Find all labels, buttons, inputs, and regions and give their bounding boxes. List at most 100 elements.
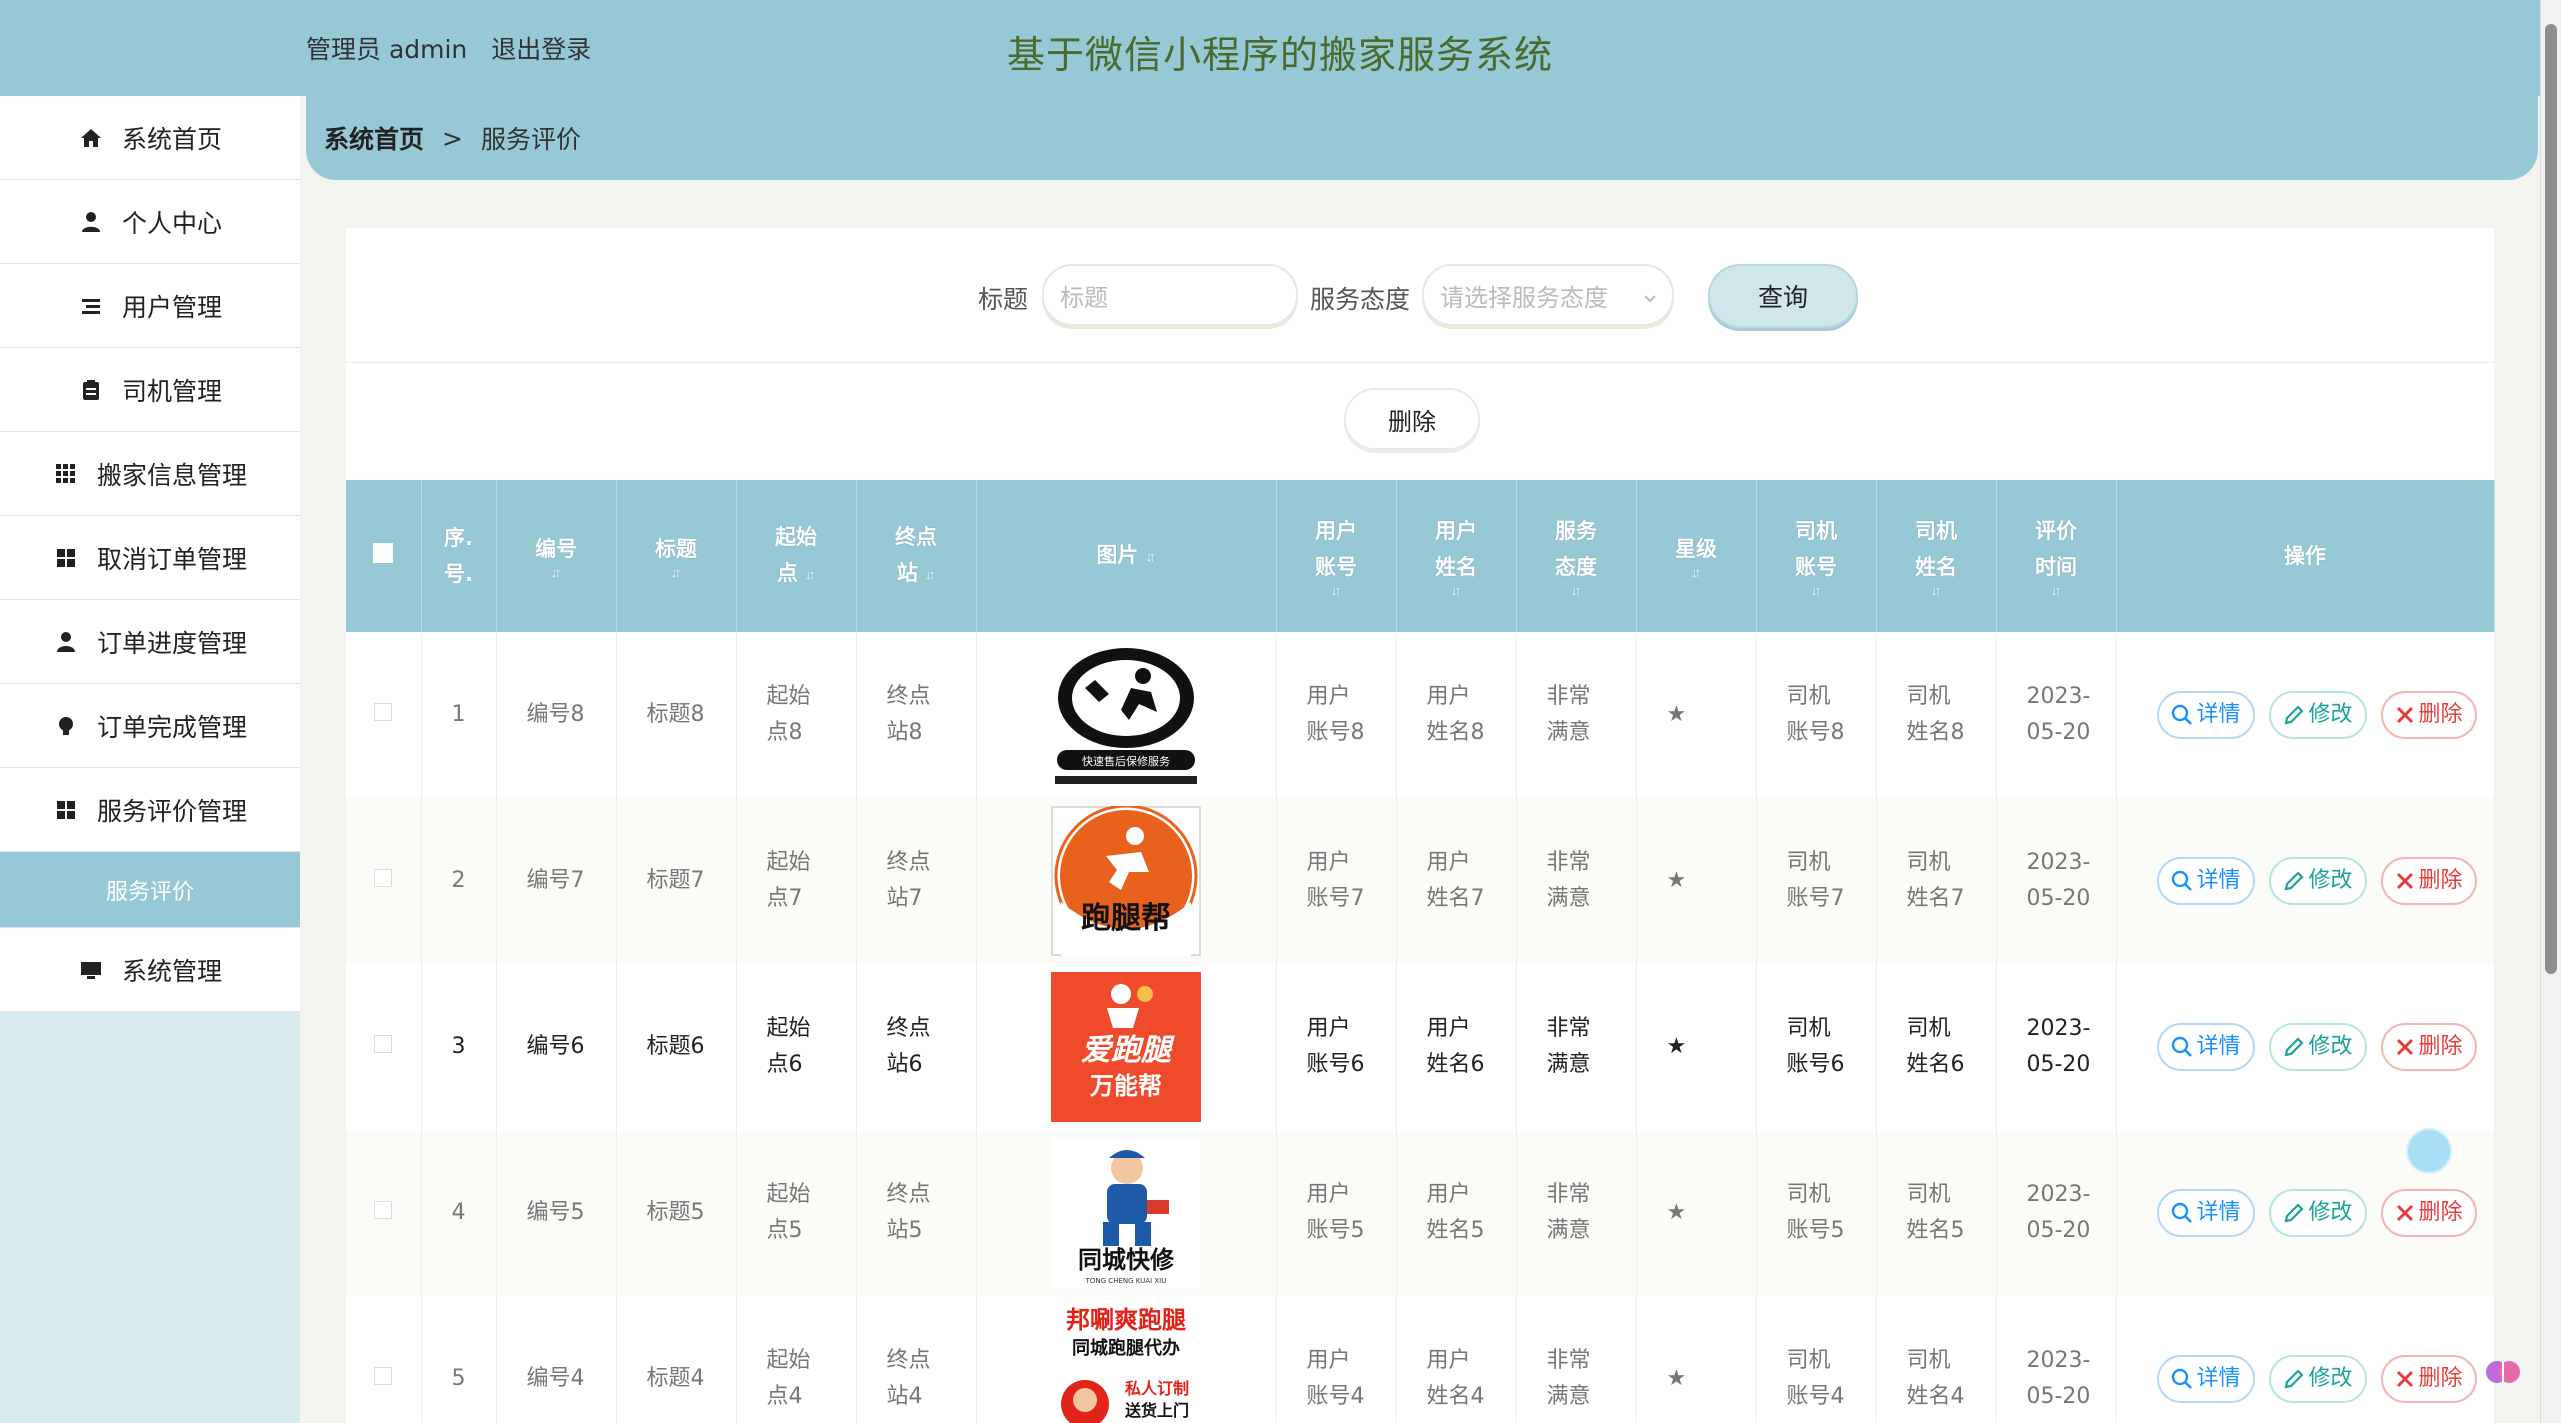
header-attitude[interactable]: 服务 态度 ⇵ [1516, 480, 1637, 632]
brain-icon[interactable] [2483, 1352, 2523, 1392]
sort-icon: ⇵ [1690, 567, 1702, 581]
delete-button[interactable]: 删除 [2380, 1023, 2477, 1071]
header-index[interactable]: 序. 号. [421, 480, 497, 632]
floating-assistant-button[interactable] [2406, 1128, 2452, 1174]
detail-button[interactable]: 详情 [2156, 1023, 2255, 1071]
detail-button[interactable]: 详情 [2156, 1189, 2255, 1237]
sidebar-item-review-manage[interactable]: 服务评价管理 [0, 768, 300, 852]
detail-button[interactable]: 详情 [2156, 1355, 2255, 1403]
cell-driver-name: 司机 姓名4 [1876, 1296, 1997, 1423]
edit-button[interactable]: 修改 [2268, 691, 2367, 739]
title-input[interactable]: 标题 [1042, 264, 1298, 326]
cell-driver-account: 司机 账号8 [1756, 632, 1877, 798]
cell-user-account: 用户 账号5 [1276, 1130, 1397, 1296]
sidebar-item-cancel-orders[interactable]: 取消订单管理 [0, 516, 300, 600]
delete-button[interactable]: 删除 [2380, 1189, 2477, 1237]
cell-driver-account: 司机 账号5 [1756, 1130, 1877, 1296]
cell-index: 3 [421, 964, 497, 1130]
sidebar-subitem-service-review[interactable]: 服务评价 [0, 852, 300, 928]
row-checkbox[interactable] [374, 703, 393, 721]
sidebar-item-order-complete[interactable]: 订单完成管理 [0, 684, 300, 768]
detail-button[interactable]: 详情 [2156, 691, 2255, 739]
svg-text:万能帮: 万能帮 [1090, 1072, 1162, 1100]
sort-icon: ⇵ [805, 568, 816, 583]
cell-ops: 详情 修改 删除 [2116, 798, 2495, 964]
row-checkbox[interactable] [374, 1035, 393, 1053]
header-time[interactable]: 评价 时间 ⇵ [1996, 480, 2117, 632]
detail-button[interactable]: 详情 [2156, 857, 2255, 905]
svg-text:快速售后保修服务: 快速售后保修服务 [1082, 754, 1170, 768]
sidebar-item-drivers[interactable]: 司机管理 [0, 348, 300, 432]
delete-button[interactable]: 删除 [2380, 857, 2477, 905]
header-driver-name[interactable]: 司机 姓名 ⇵ [1876, 480, 1997, 632]
cell-stars: ★ [1636, 632, 1757, 798]
cell-user-account: 用户 账号8 [1276, 632, 1397, 798]
edit-button[interactable]: 修改 [2268, 857, 2367, 905]
sort-icon: ⇵ [1810, 585, 1822, 599]
cell-image: 邦唰爽跑腿 同城跑腿代办 私人订制 送货上门 [976, 1296, 1277, 1423]
header-start[interactable]: 起始点 ⇵ [736, 480, 857, 632]
edit-button[interactable]: 修改 [2268, 1023, 2367, 1071]
row-select-cell [346, 1296, 422, 1423]
cell-time: 2023- 05-20 [1996, 964, 2117, 1130]
header-user-name[interactable]: 用户 姓名 ⇵ [1396, 480, 1517, 632]
header-image[interactable]: 图片 ⇵ [976, 480, 1277, 632]
cell-user-name: 用户 姓名6 [1396, 964, 1517, 1130]
delete-button[interactable]: 删除 [2380, 691, 2477, 739]
scrollbar-thumb[interactable] [2545, 24, 2557, 974]
select-all-header [346, 480, 422, 632]
row-checkbox[interactable] [374, 1201, 393, 1219]
header-title[interactable]: 标题 ⇵ [616, 480, 737, 632]
breadcrumb-home[interactable]: 系统首页 [324, 120, 424, 156]
table-row: 2 编号7 标题7 起始 点7 终点 站7 跑腿帮 用户 账号7 用户 姓名7 非常 满意… [346, 798, 2495, 964]
sidebar-item-label: 服务评价管理 [96, 796, 247, 826]
vertical-scrollbar[interactable] [2540, 0, 2561, 1423]
delete-button[interactable]: 删除 [2380, 1355, 2477, 1403]
header-end[interactable]: 终点站 ⇵ [856, 480, 977, 632]
select-all-checkbox[interactable] [373, 543, 394, 563]
row-checkbox[interactable] [374, 869, 393, 887]
query-button[interactable]: 查询 [1708, 264, 1858, 328]
cell-title: 标题6 [616, 964, 737, 1130]
search-icon [2171, 1036, 2192, 1057]
batch-delete-button[interactable]: 删除 [1344, 388, 1480, 450]
cell-code: 编号4 [496, 1296, 617, 1423]
table-row: 4 编号5 标题5 起始 点5 终点 站5 同城快修 TONG CHENG KUAI … [346, 1130, 2495, 1296]
sidebar-item-moving-info[interactable]: 搬家信息管理 [0, 432, 300, 516]
sidebar-item-users[interactable]: 用户管理 [0, 264, 300, 348]
header-driver-account[interactable]: 司机 账号 ⇵ [1756, 480, 1877, 632]
header-stars[interactable]: 星级 ⇵ [1636, 480, 1757, 632]
cell-attitude: 非常 满意 [1516, 1296, 1637, 1423]
cell-time: 2023- 05-20 [1996, 1130, 2117, 1296]
home-icon [78, 125, 104, 151]
cell-driver-name: 司机 姓名6 [1876, 964, 1997, 1130]
cell-stars: ★ [1636, 798, 1757, 964]
search-icon [2171, 1202, 2192, 1223]
logo-image: 爱跑腿万能帮 [1051, 972, 1201, 1122]
svg-text:跑腿帮: 跑腿帮 [1081, 901, 1171, 936]
row-checkbox[interactable] [374, 1367, 393, 1385]
edit-button[interactable]: 修改 [2268, 1189, 2367, 1237]
cell-image: 爱跑腿 万能帮 [976, 964, 1277, 1130]
cell-stars: ★ [1636, 964, 1757, 1130]
cell-driver-name: 司机 姓名7 [1876, 798, 1997, 964]
sidebar-item-system[interactable]: 系统管理 [0, 928, 300, 1012]
sidebar-item-label: 订单进度管理 [96, 628, 247, 658]
attitude-placeholder: 请选择服务态度 [1440, 283, 1608, 312]
cell-time: 2023- 05-20 [1996, 632, 2117, 798]
logo-image: 快速售后保修服务 [1051, 640, 1201, 790]
sidebar-item-profile[interactable]: 个人中心 [0, 180, 300, 264]
header-code[interactable]: 编号 ⇵ [496, 480, 617, 632]
cell-code: 编号5 [496, 1130, 617, 1296]
sort-icon: ⇵ [670, 567, 682, 581]
cell-user-name: 用户 姓名4 [1396, 1296, 1517, 1423]
cell-end: 终点 站6 [856, 964, 977, 1130]
sidebar-item-home[interactable]: 系统首页 [0, 96, 300, 180]
svg-text:私人订制: 私人订制 [1125, 1379, 1189, 1398]
header-user-account[interactable]: 用户 账号 ⇵ [1276, 480, 1397, 632]
sidebar-item-order-progress[interactable]: 订单进度管理 [0, 600, 300, 684]
cell-user-name: 用户 姓名8 [1396, 632, 1517, 798]
attitude-select[interactable]: 请选择服务态度 [1422, 264, 1674, 326]
edit-button[interactable]: 修改 [2268, 1355, 2367, 1403]
sort-icon: ⇵ [925, 568, 936, 583]
